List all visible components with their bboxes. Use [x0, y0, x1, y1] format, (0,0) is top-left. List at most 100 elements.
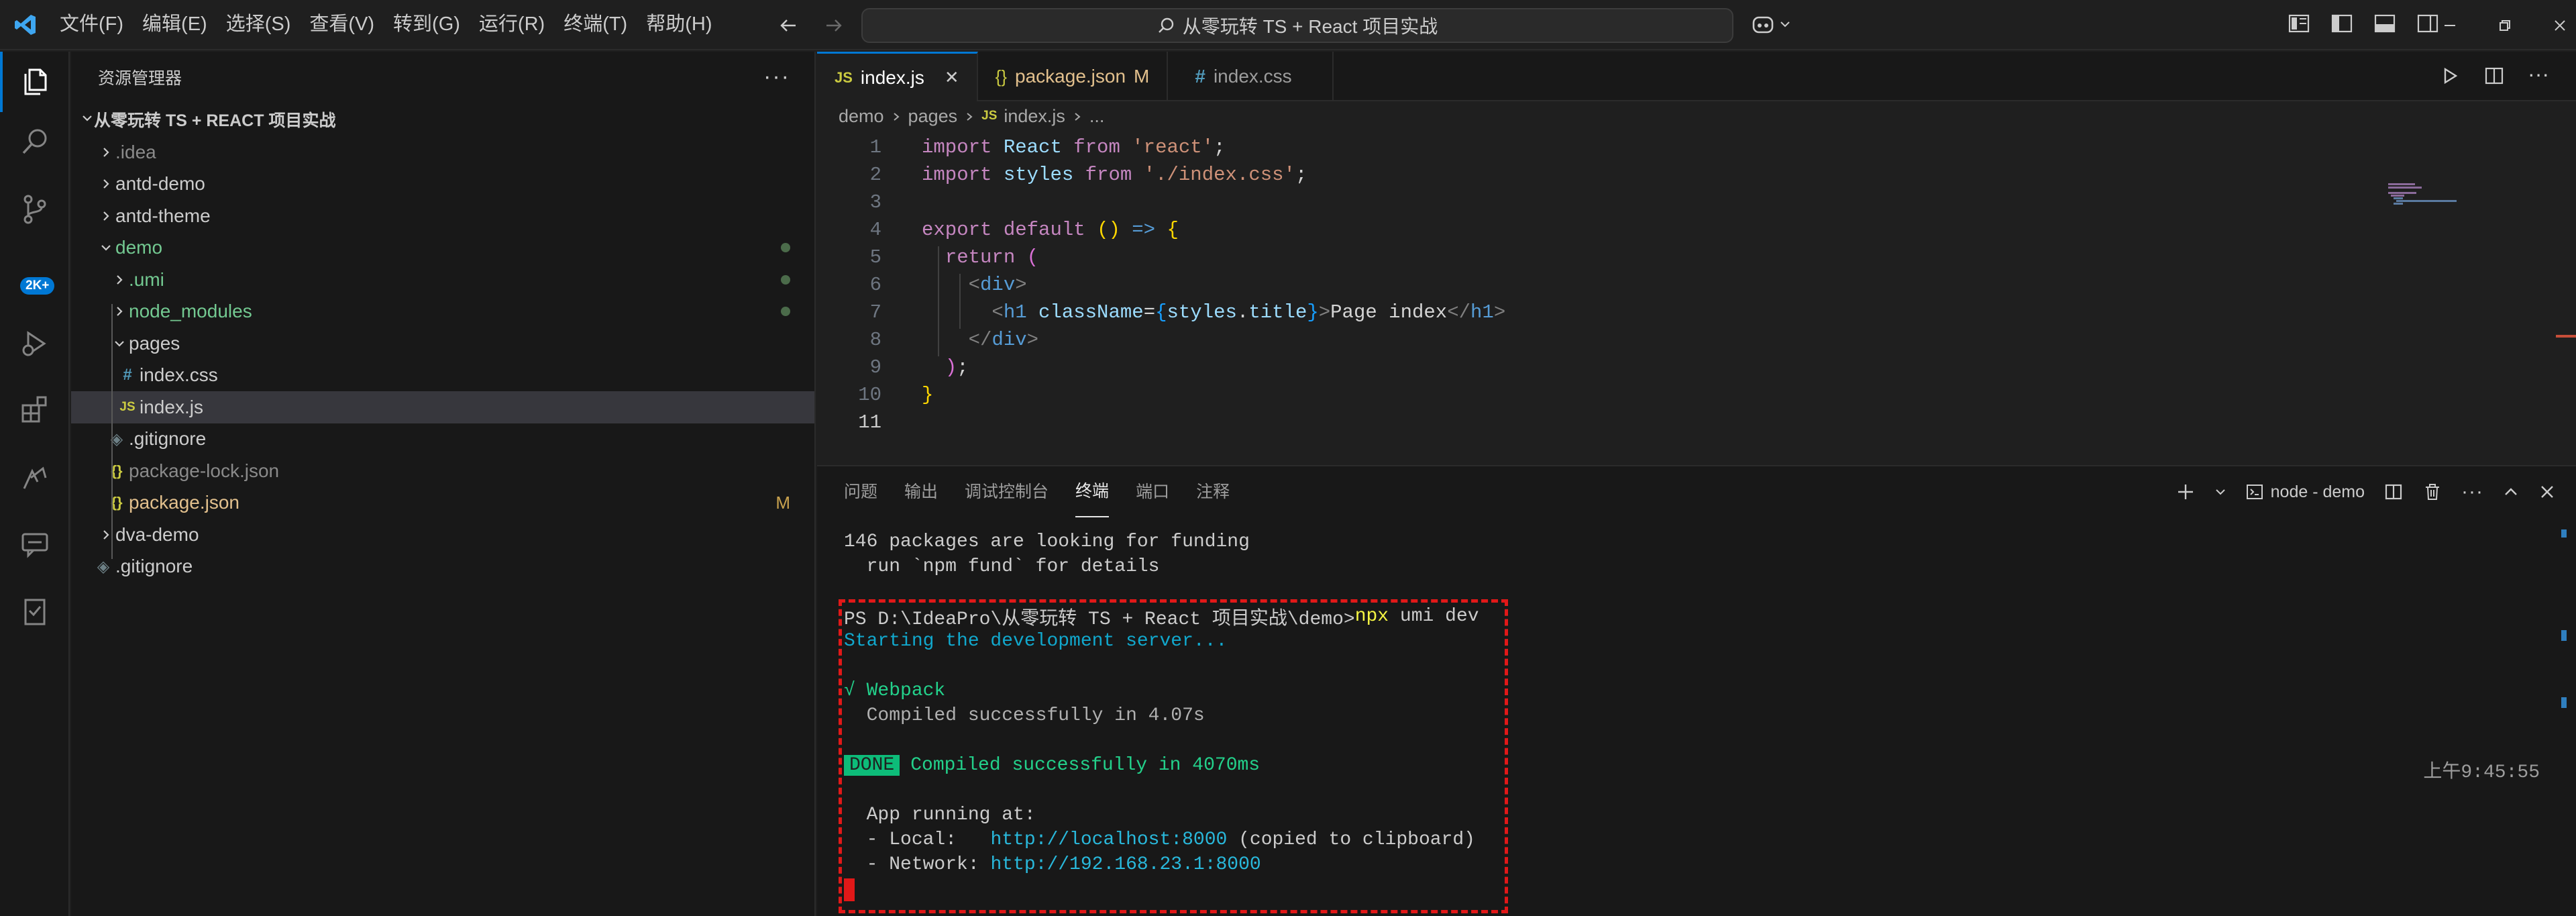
line-number: 6: [869, 274, 881, 296]
extensions-icon[interactable]: [0, 379, 70, 440]
breadcrumb-item[interactable]: pages: [908, 106, 958, 127]
tree-item-label: package-lock.json: [129, 460, 280, 481]
more-actions-icon[interactable]: ···: [2528, 63, 2549, 87]
menu-terminal[interactable]: 终端(T): [554, 0, 637, 50]
tab-index-js[interactable]: JS index.js ✕: [817, 52, 978, 101]
code-token: h1: [1003, 301, 1027, 323]
menu-file[interactable]: 文件(F): [50, 0, 133, 50]
menu-run[interactable]: 运行(R): [470, 0, 554, 50]
breadcrumb-item[interactable]: demo: [839, 106, 884, 127]
tab-index-css[interactable]: # index.css: [1168, 52, 1334, 101]
code-token: </: [968, 329, 992, 351]
toggle-primary-sidebar-icon[interactable]: [2330, 12, 2353, 35]
tab-problems[interactable]: 问题: [844, 466, 877, 517]
close-icon[interactable]: ✕: [945, 67, 959, 88]
more-actions-icon[interactable]: ···: [2461, 480, 2483, 503]
back-arrow-icon[interactable]: [778, 15, 798, 36]
tab-debug-console[interactable]: 调试控制台: [965, 466, 1049, 517]
tab-output[interactable]: 输出: [904, 466, 938, 517]
tree-item-idea[interactable]: .idea: [71, 136, 814, 168]
copilot-button[interactable]: [1751, 12, 1791, 36]
run-debug-icon[interactable]: [0, 313, 70, 374]
forward-arrow-icon[interactable]: [824, 15, 844, 36]
code-token: ;: [1295, 164, 1307, 186]
panel-tabs: 问题 输出 调试控制台 终端 端口 注释 node - demo ···: [817, 466, 2576, 517]
tree-item-label: antd-demo: [115, 173, 205, 195]
search-icon[interactable]: [0, 112, 70, 172]
tree-item-package-json[interactable]: {} package.json M: [71, 487, 814, 519]
menu-help[interactable]: 帮助(H): [637, 0, 721, 50]
tree-item-dva-demo[interactable]: dva-demo: [71, 519, 814, 551]
tab-ports[interactable]: 端口: [1136, 466, 1169, 517]
chevron-down-icon: [80, 110, 94, 130]
code-editor[interactable]: 1 import React from 'react'; 2 import st…: [817, 131, 2576, 436]
restore-icon[interactable]: [2497, 17, 2513, 34]
more-actions-icon[interactable]: ···: [763, 64, 790, 90]
chevron-down-icon: [97, 241, 115, 254]
code-token: }: [1307, 301, 1319, 323]
tree-item-node-modules[interactable]: node_modules: [71, 296, 814, 328]
menu-edit[interactable]: 编辑(E): [133, 0, 217, 50]
code-token: './index.css': [1143, 164, 1295, 186]
maximize-panel-icon[interactable]: [2502, 483, 2520, 501]
tree-item-gitignore-root[interactable]: ◈ .gitignore: [71, 551, 814, 583]
tree-item-label: index.js: [140, 396, 203, 417]
workspace-root[interactable]: 从零玩转 TS + REACT 项目实战: [71, 103, 814, 136]
toggle-panel-icon[interactable]: [2373, 12, 2396, 35]
code-token: Page index: [1330, 301, 1448, 323]
tree-item-antd-theme[interactable]: antd-theme: [71, 200, 814, 232]
menu-selection[interactable]: 选择(S): [217, 0, 301, 50]
split-editor-icon[interactable]: [2483, 65, 2505, 87]
menu-go[interactable]: 转到(G): [384, 0, 470, 50]
line-number: 7: [869, 301, 881, 323]
chevron-down-icon[interactable]: [2214, 486, 2226, 498]
indent-guide: [938, 246, 939, 356]
tree-item-pages[interactable]: pages: [71, 327, 814, 360]
remote-explorer-icon[interactable]: [0, 448, 70, 508]
breadcrumb-item[interactable]: index.js: [1004, 106, 1065, 127]
breadcrumb-item[interactable]: ...: [1089, 106, 1105, 127]
terminal-line: run `npm fund` for details: [844, 556, 1160, 577]
command-center-search[interactable]: 从零玩转 TS + React 项目实战: [861, 8, 1733, 43]
terminal-selector[interactable]: node - demo: [2245, 482, 2365, 502]
indent-guide: [959, 274, 961, 329]
tree-item-umi[interactable]: .umi: [71, 264, 814, 296]
code-token: }: [922, 384, 934, 406]
tree-item-package-lock[interactable]: {} package-lock.json: [71, 455, 814, 487]
tree-item-gitignore-demo[interactable]: ◈ .gitignore: [71, 423, 814, 456]
new-terminal-icon[interactable]: [2176, 482, 2196, 502]
tab-package-json[interactable]: {} package.json M: [978, 52, 1169, 101]
code-line: 8 </div>: [817, 326, 2576, 354]
tree-item-index-js[interactable]: JS index.js: [71, 391, 814, 423]
workspace-root-label: 从零玩转 TS + REACT 项目实战: [94, 111, 336, 130]
run-icon[interactable]: [2439, 65, 2461, 87]
customize-layout-icon[interactable]: [2288, 12, 2310, 35]
close-icon[interactable]: [2552, 17, 2568, 34]
close-panel-icon[interactable]: [2538, 483, 2556, 501]
minimap[interactable]: [2388, 183, 2469, 223]
code-token: default: [1003, 219, 1085, 241]
tree-item-antd-demo[interactable]: antd-demo: [71, 168, 814, 201]
minimize-icon[interactable]: [2442, 17, 2458, 34]
menu-view[interactable]: 查看(V): [300, 0, 384, 50]
chevron-right-icon: [97, 146, 115, 159]
tree-item-label: dva-demo: [115, 523, 199, 545]
testing-icon[interactable]: [0, 582, 70, 642]
explorer-icon[interactable]: [0, 52, 70, 112]
line-number: 5: [869, 246, 881, 268]
tree-item-demo[interactable]: demo: [71, 232, 814, 264]
toggle-secondary-sidebar-icon[interactable]: [2416, 12, 2439, 35]
tab-terminal[interactable]: 终端: [1075, 466, 1110, 517]
chat-icon[interactable]: [0, 515, 70, 575]
tree-item-index-css[interactable]: # index.css: [71, 360, 814, 392]
tab-label: index.css: [1213, 66, 1292, 87]
code-token: return: [945, 246, 1016, 268]
trash-icon[interactable]: [2422, 482, 2443, 502]
source-control-icon[interactable]: [0, 179, 70, 240]
line-number: 9: [869, 356, 881, 378]
tab-comments[interactable]: 注释: [1196, 466, 1230, 517]
line-number: 11: [858, 411, 881, 434]
split-terminal-icon[interactable]: [2383, 482, 2404, 502]
scroll-mark: [2561, 697, 2567, 708]
code-token: >: [1318, 301, 1331, 323]
